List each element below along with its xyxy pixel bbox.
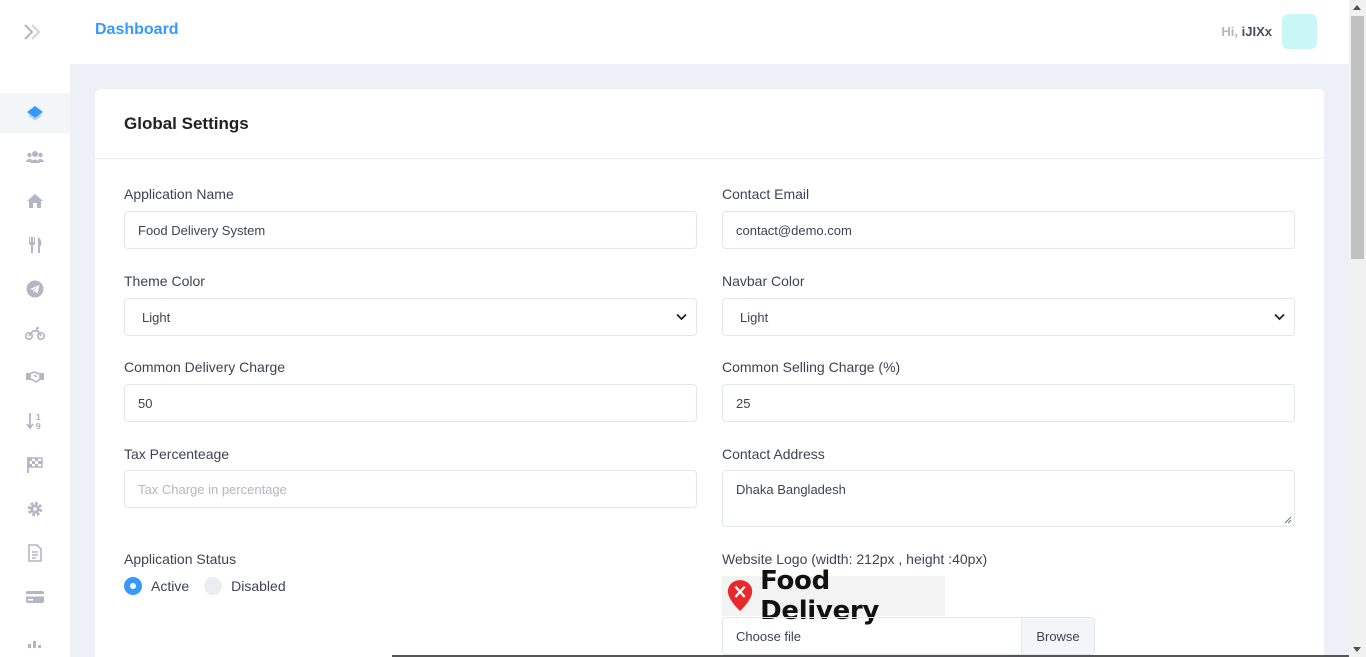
contact-address-label: Contact Address bbox=[722, 446, 825, 462]
website-logo-preview: Food Delivery bbox=[722, 566, 945, 626]
app-name-input[interactable]: Food Delivery System bbox=[124, 211, 697, 249]
map-pin-fork-knife-icon bbox=[727, 580, 753, 611]
sidebar-item-partners[interactable] bbox=[0, 357, 70, 397]
selling-charge-input[interactable]: 25 bbox=[722, 384, 1295, 422]
theme-color-value: Light bbox=[142, 309, 171, 325]
sidebar-item-analytics[interactable] bbox=[0, 621, 70, 657]
card-header: Global Settings bbox=[95, 89, 1324, 159]
sidebar-item-home[interactable] bbox=[0, 181, 70, 221]
resize-handle-icon[interactable] bbox=[1284, 516, 1292, 524]
page-scrollbar[interactable] bbox=[1349, 0, 1366, 657]
telegram-icon bbox=[26, 280, 44, 298]
browse-button[interactable]: Browse bbox=[1021, 618, 1094, 654]
greeting-prefix: Hi, bbox=[1221, 24, 1239, 39]
tax-input[interactable]: Tax Charge in percentage bbox=[124, 470, 697, 508]
theme-color-label: Theme Color bbox=[124, 273, 205, 289]
top-header: Dashboard Hi, iJIXx bbox=[70, 0, 1349, 64]
scroll-down-arrow-icon[interactable] bbox=[1353, 647, 1361, 652]
sidebar: 19 bbox=[0, 0, 70, 657]
sidebar-item-users[interactable] bbox=[0, 137, 70, 177]
page-title: Global Settings bbox=[124, 114, 249, 133]
svg-text:1: 1 bbox=[36, 413, 42, 422]
avatar[interactable] bbox=[1282, 14, 1317, 49]
app-status-radio-group: Active Disabled bbox=[124, 577, 286, 595]
user-greeting[interactable]: Hi, iJIXx bbox=[1221, 24, 1272, 39]
tax-label: Tax Percenteage bbox=[124, 446, 230, 462]
scrollbar-thumb[interactable] bbox=[1351, 16, 1364, 259]
handshake-icon bbox=[26, 371, 44, 383]
layers-icon bbox=[27, 106, 43, 121]
sidebar-item-restaurants[interactable] bbox=[0, 225, 70, 265]
credit-card-icon bbox=[26, 591, 44, 603]
users-icon bbox=[25, 151, 45, 163]
svg-text:9: 9 bbox=[36, 422, 42, 431]
motorcycle-icon bbox=[25, 327, 45, 340]
status-disabled-radio[interactable] bbox=[204, 577, 223, 595]
username: iJIXx bbox=[1241, 24, 1272, 39]
gear-icon bbox=[27, 501, 43, 517]
website-logo-label: Website Logo (width: 212px , height :40p… bbox=[722, 551, 988, 567]
chevron-down-icon bbox=[676, 313, 687, 321]
navbar-color-select[interactable]: Light bbox=[722, 298, 1295, 336]
file-icon bbox=[28, 544, 42, 562]
selling-charge-label: Common Selling Charge (%) bbox=[722, 359, 901, 375]
contact-email-input[interactable]: contact@demo.com bbox=[722, 211, 1295, 249]
sidebar-item-pages[interactable] bbox=[0, 533, 70, 573]
breadcrumb-dashboard[interactable]: Dashboard bbox=[95, 21, 179, 39]
sidebar-item-dashboard[interactable] bbox=[0, 93, 70, 133]
sidebar-item-messages[interactable] bbox=[0, 269, 70, 309]
delivery-charge-label: Common Delivery Charge bbox=[124, 359, 286, 375]
flag-checkered-icon bbox=[27, 457, 43, 473]
contact-address-textarea[interactable]: Dhaka Bangladesh bbox=[722, 470, 1295, 527]
sidebar-item-settings[interactable] bbox=[0, 489, 70, 529]
delivery-charge-input[interactable]: 50 bbox=[124, 384, 697, 422]
status-active-label[interactable]: Active bbox=[151, 578, 189, 594]
home-icon bbox=[27, 194, 43, 208]
status-disabled-label[interactable]: Disabled bbox=[231, 578, 285, 594]
logo-file-input[interactable]: Choose file Browse bbox=[722, 617, 1095, 655]
sidebar-item-payments[interactable] bbox=[0, 577, 70, 617]
sort-icon: 19 bbox=[26, 413, 42, 431]
navbar-color-label: Navbar Color bbox=[722, 273, 805, 289]
sidebar-item-delivery[interactable] bbox=[0, 313, 70, 353]
navbar-color-value: Light bbox=[740, 309, 769, 325]
sidebar-item-reports[interactable] bbox=[0, 445, 70, 485]
app-status-label: Application Status bbox=[124, 551, 237, 567]
app-name-label: Application Name bbox=[124, 186, 234, 202]
chevron-down-icon bbox=[1274, 313, 1285, 321]
expand-sidebar-icon[interactable] bbox=[22, 22, 44, 42]
contact-email-label: Contact Email bbox=[722, 186, 810, 202]
chart-icon bbox=[28, 641, 41, 648]
status-active-radio[interactable] bbox=[124, 577, 142, 595]
scroll-up-arrow-icon[interactable] bbox=[1353, 5, 1361, 10]
file-name-display[interactable]: Choose file bbox=[723, 618, 1021, 654]
contact-address-value: Dhaka Bangladesh bbox=[736, 482, 846, 497]
theme-color-select[interactable]: Light bbox=[124, 298, 697, 336]
utensils-icon bbox=[29, 237, 42, 253]
sidebar-item-sorting[interactable]: 19 bbox=[0, 401, 70, 441]
